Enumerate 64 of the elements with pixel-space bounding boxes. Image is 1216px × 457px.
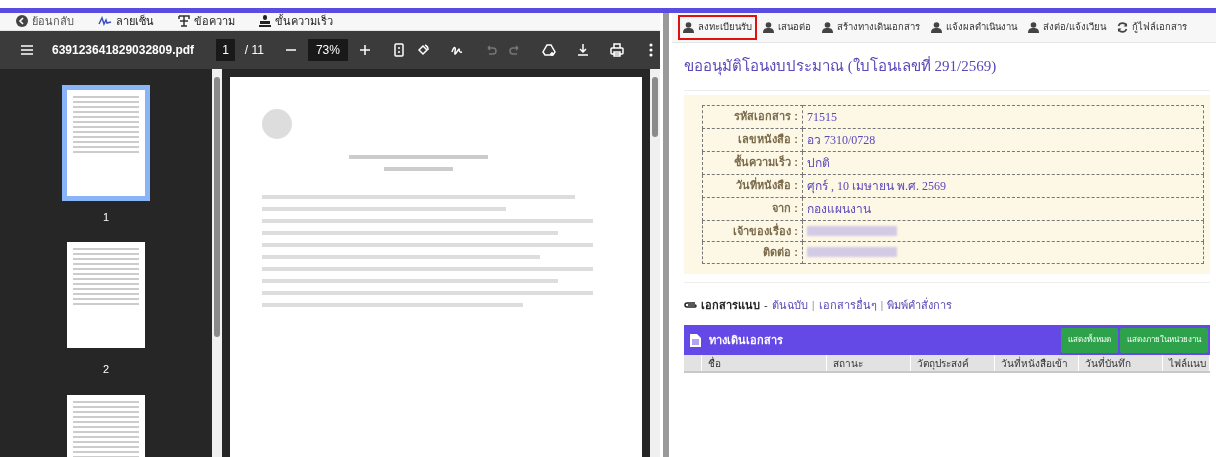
field-value: อว 7310/0728 [802,128,1204,151]
nav-button[interactable]: กู้ไฟล์เอกสาร [1111,15,1192,40]
user-icon [822,22,833,33]
stamp-icon [259,15,271,28]
page-thumbnail[interactable] [62,84,150,201]
rotate-icon[interactable] [415,42,430,57]
user-icon [931,22,942,33]
nav-button[interactable]: ลงทะเบียนรับ [678,15,757,40]
field-label: เจ้าของเรื่อง : [702,220,803,242]
field-label: จาก : [702,197,803,220]
page-number-field[interactable]: 1 [216,38,235,61]
signature-icon [98,16,112,27]
drive-add-icon[interactable] [541,42,556,57]
refresh-icon [1116,22,1128,33]
nav-button[interactable]: แจ้งผลดำเนินงาน [926,15,1022,40]
user-icon [683,22,694,33]
document-title: ขออนุมัติโอนงบประมาณ (ใบโอนเลขที่ 291/2569) [684,43,1210,91]
link-separator: | [811,297,815,313]
zoom-in-icon[interactable] [357,42,372,57]
toolbar-button[interactable]: ลายเซ็น [98,13,154,30]
column-header: สถานะ [827,355,911,371]
page-label: 1 [102,209,110,225]
scrollbar[interactable] [212,68,222,457]
nav-button[interactable]: เสนอต่อ [758,15,816,40]
fit-page-icon[interactable] [391,42,406,57]
scrollbar[interactable] [650,68,660,457]
attachment-label: เอกสารแนบ [701,297,760,313]
link-separator: | [880,297,884,313]
nav-button[interactable]: ส่งต่อ/แจ้งเวียน [1023,15,1111,40]
dash-separator: - [764,297,768,313]
print-icon[interactable] [609,42,624,57]
attachment-link[interactable]: ต้นฉบับ [771,296,808,313]
field-label: เลขหนังสือ : [702,128,803,151]
field-value: ปกติ [802,151,1204,174]
toolbar-button[interactable]: ย้อนกลับ [16,13,74,30]
field-value: ศุกร์ , 10 เมษายน พ.ศ. 2569 [802,174,1204,197]
field-label: รหัสเอกสาร : [702,105,803,128]
attachment-link[interactable]: เอกสารอื่นๆ [818,296,877,313]
field-label: ชั้นความเร็ว : [702,151,803,174]
file-name: 639123641829032809.pdf [52,41,195,59]
attachment-link[interactable]: พิมพ์คำสั่งการ [887,296,953,313]
page-count: / 11 [244,41,264,59]
field-label: วันที่หนังสือ : [702,174,803,197]
panel-title: ทางเดินเอกสาร [709,332,783,348]
menu-icon[interactable] [20,42,34,57]
text-icon [178,15,190,28]
user-icon [763,22,774,33]
download-icon[interactable] [575,42,590,57]
column-header: ไฟล์แนบ [1163,355,1210,371]
toolbar-button[interactable]: ขั้นความเร็ว [259,13,333,30]
column-header: ชื่อ [702,355,827,371]
field-label: ติดต่อ : [702,241,803,263]
nav-button[interactable]: สร้างทางเดินเอกสาร [817,15,925,40]
page-label: 2 [102,362,110,377]
zoom-field[interactable]: 73% [307,38,348,61]
field-value: 71515 [802,105,1204,128]
document-icon [690,333,701,347]
column-header: วัตถุประสงค์ [911,355,995,371]
field-value: กองแผนงาน [802,197,1204,220]
column-header: วันที่บันทึก [1079,355,1163,371]
paperclip-icon [684,300,697,310]
column-header: วันที่หนังสือเข้า [995,355,1079,371]
toolbar-button[interactable]: ข้อความ [178,13,235,30]
user-icon [1028,22,1039,33]
